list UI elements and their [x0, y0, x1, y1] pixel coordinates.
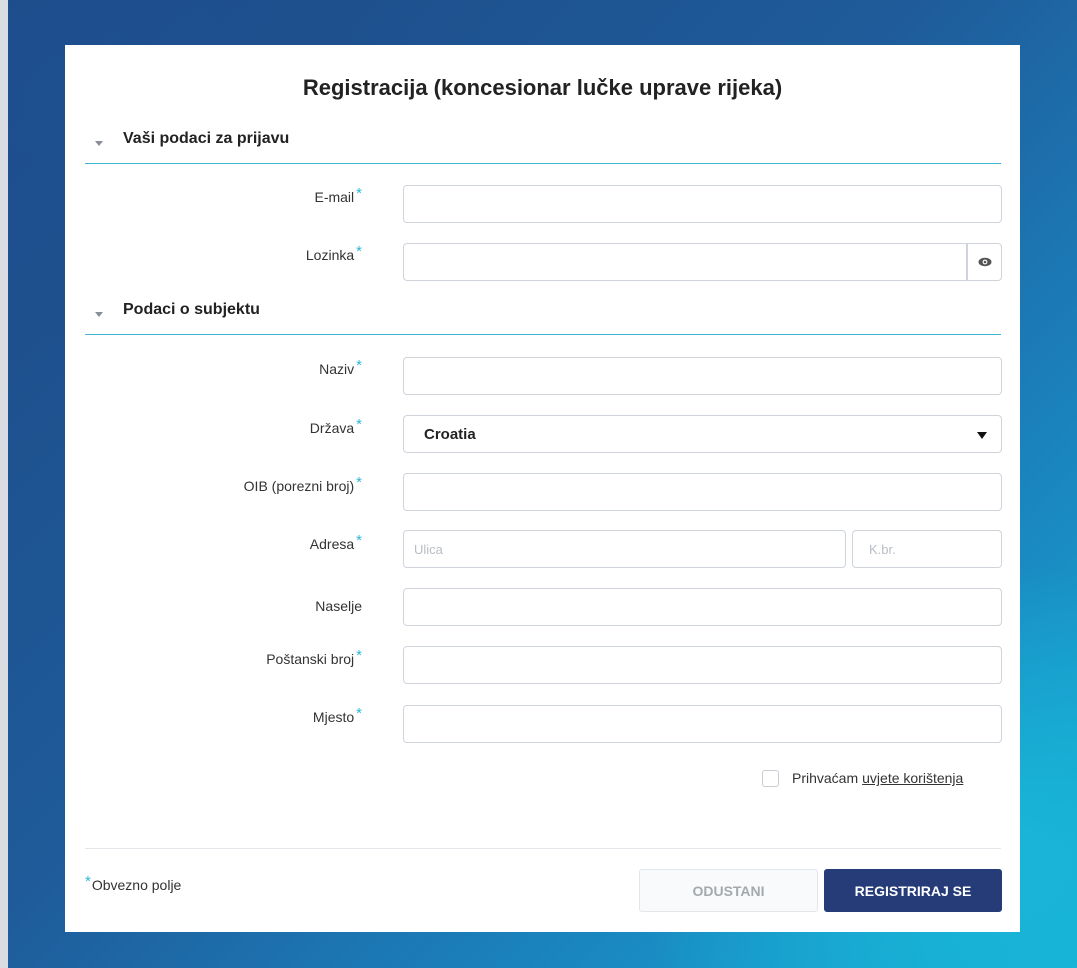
drzava-select[interactable]: Croatia: [403, 415, 1002, 453]
footer-divider: [85, 848, 1001, 849]
section-subject-title: Podaci o subjektu: [123, 301, 260, 318]
section-login-header[interactable]: Vaši podaci za prijavu: [85, 130, 1001, 164]
terms-row: Prihvaćam uvjete korištenja: [762, 768, 963, 788]
section-login-title: Vaši podaci za prijavu: [123, 130, 290, 147]
required-note: *Obvezno polje: [85, 873, 182, 893]
registration-card: Registracija (koncesionar lučke uprave r…: [65, 45, 1020, 932]
drzava-selected-value: Croatia: [424, 426, 476, 443]
mjesto-label: Mjesto *: [312, 705, 362, 725]
terms-text: Prihvaćam: [792, 770, 859, 786]
ulica-field[interactable]: [403, 530, 846, 568]
page-title: Registracija (koncesionar lučke uprave r…: [302, 75, 783, 100]
drzava-label: Država *: [309, 416, 362, 436]
register-button[interactable]: REGISTRIRAJ SE: [824, 869, 1002, 912]
window-edge: [0, 0, 8, 968]
email-label: E-mail *: [314, 185, 362, 205]
mjesto-field[interactable]: [403, 705, 1002, 743]
adresa-label: Adresa *: [309, 532, 362, 552]
show-password-button[interactable]: [967, 243, 1002, 281]
naziv-field[interactable]: [403, 357, 1002, 395]
password-label: Lozinka *: [305, 243, 362, 263]
dropdown-arrow-icon: [977, 432, 987, 439]
kucni-broj-field[interactable]: [852, 530, 1002, 568]
email-field[interactable]: [403, 185, 1002, 223]
password-group: [403, 243, 1002, 281]
naziv-label: Naziv *: [319, 357, 362, 377]
eye-icon: [978, 257, 991, 267]
cancel-button[interactable]: ODUSTANI: [639, 869, 818, 912]
naselje-label: Naselje: [315, 598, 362, 614]
section-subject-header[interactable]: Podaci o subjektu: [85, 301, 1001, 335]
caret-down-icon: [95, 141, 103, 146]
postanski-broj-label: Poštanski broj *: [266, 647, 362, 667]
postanski-broj-field[interactable]: [403, 646, 1002, 684]
oib-field[interactable]: [403, 473, 1002, 511]
terms-checkbox[interactable]: [762, 769, 779, 787]
terms-link[interactable]: uvjete korištenja: [862, 770, 963, 786]
caret-down-icon: [95, 312, 103, 317]
naselje-field[interactable]: [403, 588, 1002, 626]
oib-label: OIB (porezni broj) *: [243, 474, 362, 494]
password-field[interactable]: [403, 243, 967, 281]
